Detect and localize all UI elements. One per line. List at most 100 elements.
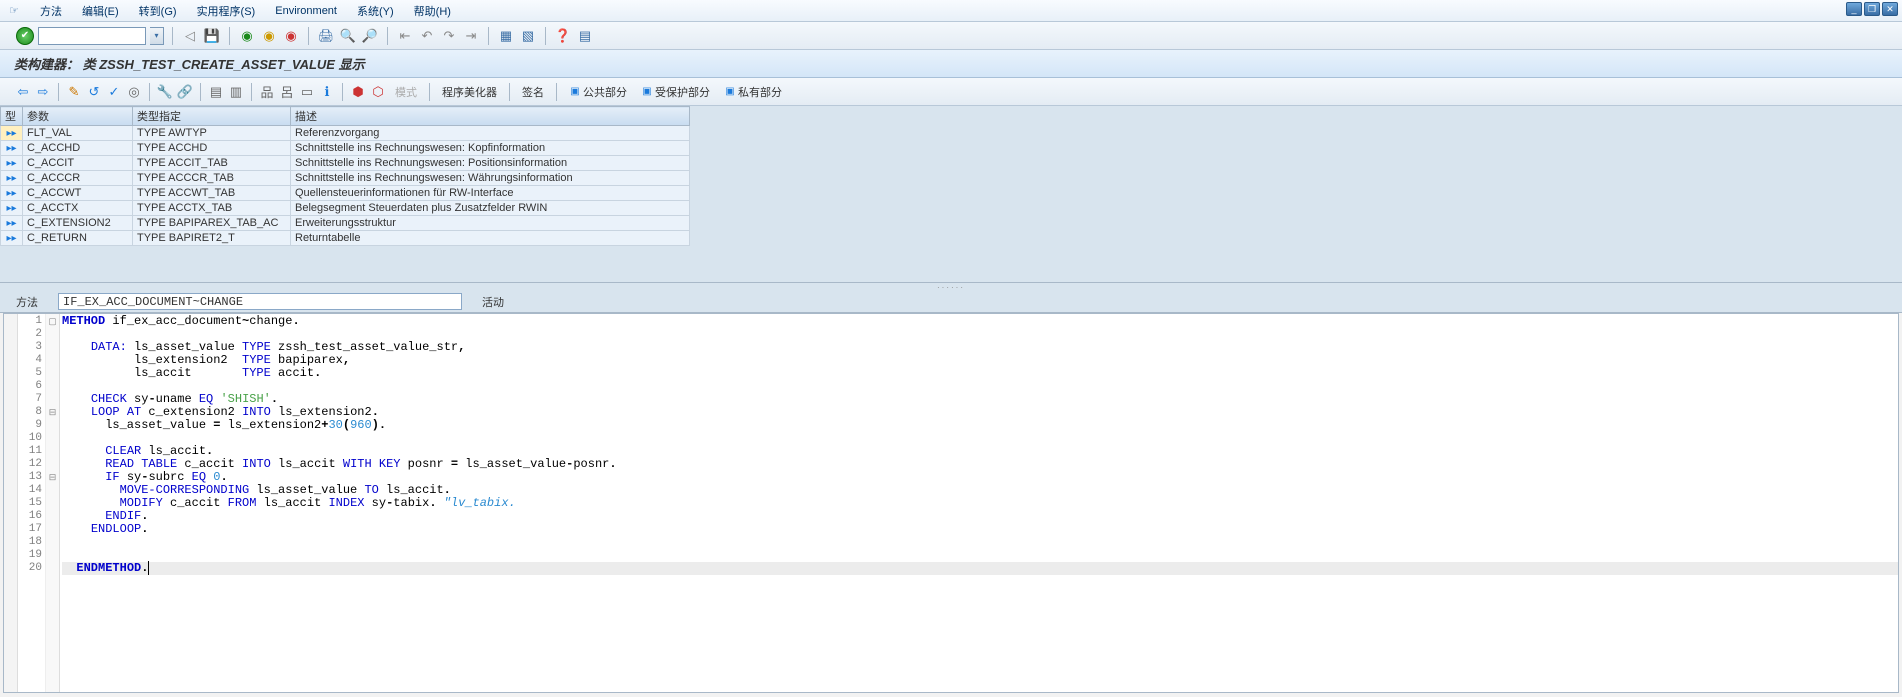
- other-object-icon[interactable]: ↺: [85, 83, 103, 101]
- table-row[interactable]: ▸▸C_ACCCRTYPE ACCCR_TABSchnittstelle ins…: [1, 171, 690, 186]
- table-row[interactable]: ▸▸C_ACCWTTYPE ACCWT_TABQuellensteuerinfo…: [1, 186, 690, 201]
- menu-environment[interactable]: Environment: [265, 3, 347, 19]
- parameter-area: 型 参数 类型指定 描述 ▸▸FLT_VALTYPE AWTYPReferenz…: [0, 106, 1902, 283]
- command-dropdown[interactable]: ▾: [150, 27, 164, 45]
- menu-system[interactable]: 系统(Y): [347, 1, 404, 21]
- signature-button[interactable]: 签名: [516, 82, 550, 102]
- col-typing[interactable]: 类型指定: [133, 107, 291, 126]
- public-section-button[interactable]: ▣公共部分: [563, 82, 633, 102]
- menu-method[interactable]: 方法: [30, 1, 72, 21]
- separator: [488, 27, 489, 45]
- separator: [58, 83, 59, 101]
- col-param[interactable]: 参数: [23, 107, 133, 126]
- cell-desc: Referenzvorgang: [291, 126, 690, 141]
- shortcut-icon[interactable]: ▧: [519, 27, 537, 45]
- table-row[interactable]: ▸▸C_ACCHDTYPE ACCHDSchnittstelle ins Rec…: [1, 141, 690, 156]
- cell-typing: TYPE ACCCR_TAB: [133, 171, 291, 186]
- display-list-icon[interactable]: ▤: [207, 83, 225, 101]
- row-type-icon: ▸▸: [1, 156, 23, 171]
- document-icon[interactable]: ☞: [6, 3, 22, 19]
- splitter-handle[interactable]: ······: [0, 283, 1902, 291]
- command-field[interactable]: [38, 27, 146, 45]
- page-title: 类构建器： 类 ZSSH_TEST_CREATE_ASSET_VALUE 显示: [0, 50, 1902, 78]
- tree-icon[interactable]: 呂: [278, 83, 296, 101]
- help-icon[interactable]: ❓: [554, 27, 572, 45]
- cell-param: C_ACCHD: [23, 141, 133, 156]
- table-filler: [0, 246, 1902, 282]
- next-object-icon[interactable]: ⇨: [34, 83, 52, 101]
- check-icon[interactable]: ✓: [105, 83, 123, 101]
- fullscreen-icon[interactable]: ▭: [298, 83, 316, 101]
- separator: [387, 27, 388, 45]
- menu-goto[interactable]: 转到(G): [129, 1, 187, 21]
- cell-typing: TYPE AWTYP: [133, 126, 291, 141]
- table-row[interactable]: ▸▸C_ACCITTYPE ACCIT_TABSchnittstelle ins…: [1, 156, 690, 171]
- last-page-icon[interactable]: ⇥: [462, 27, 480, 45]
- table-header-row: 型 参数 类型指定 描述: [1, 107, 690, 126]
- maximize-button[interactable]: ❐: [1864, 2, 1880, 16]
- display-object-icon[interactable]: ▥: [227, 83, 245, 101]
- prev-page-icon[interactable]: ↶: [418, 27, 436, 45]
- close-button[interactable]: ✕: [1882, 2, 1898, 16]
- find-next-icon[interactable]: 🔎: [361, 27, 379, 45]
- cancel-icon[interactable]: ◉: [282, 27, 300, 45]
- cell-param: C_ACCWT: [23, 186, 133, 201]
- hierarchy-icon[interactable]: 品: [258, 83, 276, 101]
- enter-button[interactable]: ✔: [16, 27, 34, 45]
- menu-utilities[interactable]: 实用程序(S): [187, 1, 266, 21]
- cell-desc: Schnittstelle ins Rechnungswesen: Kopfin…: [291, 141, 690, 156]
- fold-column[interactable]: ▢⊟⊟: [46, 314, 60, 692]
- table-row[interactable]: ▸▸C_RETURNTYPE BAPIRET2_TReturntabelle: [1, 231, 690, 246]
- nav-back-icon[interactable]: ◉: [238, 27, 256, 45]
- application-toolbar: ⇦ ⇨ ✎ ↺ ✓ ◎ 🔧 🔗 ▤ ▥ 品 呂 ▭ ℹ ⬢ ⬡ 模式 程序美化器…: [0, 78, 1902, 106]
- next-page-icon[interactable]: ↷: [440, 27, 458, 45]
- activate-icon[interactable]: ◎: [125, 83, 143, 101]
- cell-typing: TYPE ACCIT_TAB: [133, 156, 291, 171]
- cell-desc: Belegsegment Steuerdaten plus Zusatzfeld…: [291, 201, 690, 216]
- table-row[interactable]: ▸▸FLT_VALTYPE AWTYPReferenzvorgang: [1, 126, 690, 141]
- status-label: 活动: [482, 294, 504, 310]
- minimize-button[interactable]: _: [1846, 2, 1862, 16]
- cell-typing: TYPE BAPIPAREX_TAB_AC: [133, 216, 291, 231]
- menu-edit[interactable]: 编辑(E): [72, 1, 129, 21]
- back-icon[interactable]: ◁: [181, 27, 199, 45]
- find-icon[interactable]: 🔍: [339, 27, 357, 45]
- private-section-button[interactable]: ▣私有部分: [718, 82, 788, 102]
- test-icon[interactable]: 🔧: [156, 83, 174, 101]
- prev-object-icon[interactable]: ⇦: [14, 83, 32, 101]
- where-used-icon[interactable]: 🔗: [176, 83, 194, 101]
- cell-param: C_EXTENSION2: [23, 216, 133, 231]
- protected-section-button[interactable]: ▣受保护部分: [635, 82, 716, 102]
- separator: [172, 27, 173, 45]
- info-icon[interactable]: ℹ: [318, 83, 336, 101]
- display-change-icon[interactable]: ✎: [65, 83, 83, 101]
- code-editor[interactable]: 1234567891011121314151617181920 ▢⊟⊟ METH…: [3, 313, 1899, 693]
- breakpoint2-icon[interactable]: ⬡: [369, 83, 387, 101]
- col-type[interactable]: 型: [1, 107, 23, 126]
- breakpoint-icon[interactable]: ⬢: [349, 83, 367, 101]
- save-icon[interactable]: 💾: [203, 27, 221, 45]
- cell-param: C_RETURN: [23, 231, 133, 246]
- layout-icon[interactable]: ▤: [576, 27, 594, 45]
- separator: [149, 83, 150, 101]
- pretty-printer-button[interactable]: 程序美化器: [436, 82, 503, 102]
- line-number-column: 1234567891011121314151617181920: [18, 314, 46, 692]
- separator: [251, 83, 252, 101]
- menu-help[interactable]: 帮助(H): [404, 1, 461, 21]
- parameter-table: 型 参数 类型指定 描述 ▸▸FLT_VALTYPE AWTYPReferenz…: [0, 106, 690, 246]
- table-row[interactable]: ▸▸C_EXTENSION2TYPE BAPIPAREX_TAB_ACErwei…: [1, 216, 690, 231]
- method-field[interactable]: IF_EX_ACC_DOCUMENT~CHANGE: [58, 293, 462, 310]
- new-session-icon[interactable]: ▦: [497, 27, 515, 45]
- code-area[interactable]: METHOD if_ex_acc_document~change. DATA: …: [60, 314, 1898, 692]
- print-icon[interactable]: 🖨: [317, 27, 335, 45]
- exit-icon[interactable]: ◉: [260, 27, 278, 45]
- table-row[interactable]: ▸▸C_ACCTXTYPE ACCTX_TABBelegsegment Steu…: [1, 201, 690, 216]
- row-type-icon: ▸▸: [1, 141, 23, 156]
- separator: [545, 27, 546, 45]
- separator: [342, 83, 343, 101]
- method-label: 方法: [16, 294, 38, 310]
- separator: [308, 27, 309, 45]
- separator: [429, 83, 430, 101]
- col-desc[interactable]: 描述: [291, 107, 690, 126]
- first-page-icon[interactable]: ⇤: [396, 27, 414, 45]
